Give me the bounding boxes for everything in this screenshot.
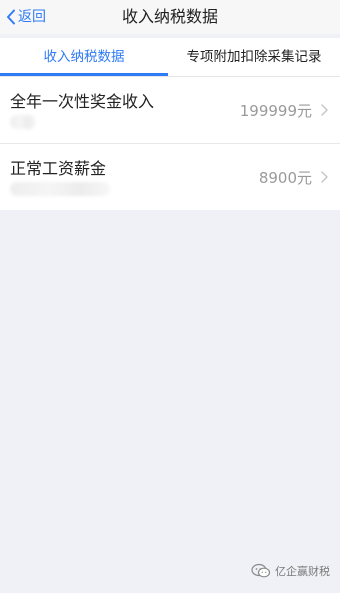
blurred-detail — [10, 115, 36, 129]
income-list: 全年一次性奖金收入 199999元 正常工资薪金 8900元 — [0, 76, 340, 210]
list-item-title: 全年一次性奖金收入 — [10, 92, 155, 111]
watermark-text: 亿企赢财税 — [275, 565, 330, 578]
tab-income-tax-data[interactable]: 收入纳税数据 — [0, 38, 168, 76]
wechat-icon — [251, 563, 275, 579]
list-item-annual-bonus[interactable]: 全年一次性奖金收入 199999元 — [0, 77, 340, 143]
blurred-detail — [10, 182, 110, 196]
list-item-title: 正常工资薪金 — [10, 159, 107, 178]
list-item-value: 199999元 — [239, 102, 312, 120]
tab-bar: 收入纳税数据 专项附加扣除采集记录 — [0, 38, 340, 76]
chevron-right-icon — [321, 171, 328, 183]
nav-bar: 返回 收入纳税数据 — [0, 0, 340, 34]
list-item-value: 8900元 — [258, 169, 312, 187]
page-title: 收入纳税数据 — [121, 7, 218, 26]
tab-special-deduction-records[interactable]: 专项附加扣除采集记录 — [168, 38, 340, 76]
list-item-regular-salary[interactable]: 正常工资薪金 8900元 — [0, 143, 340, 210]
watermark: 亿企赢财税 — [251, 563, 330, 579]
chevron-right-icon — [321, 104, 328, 116]
